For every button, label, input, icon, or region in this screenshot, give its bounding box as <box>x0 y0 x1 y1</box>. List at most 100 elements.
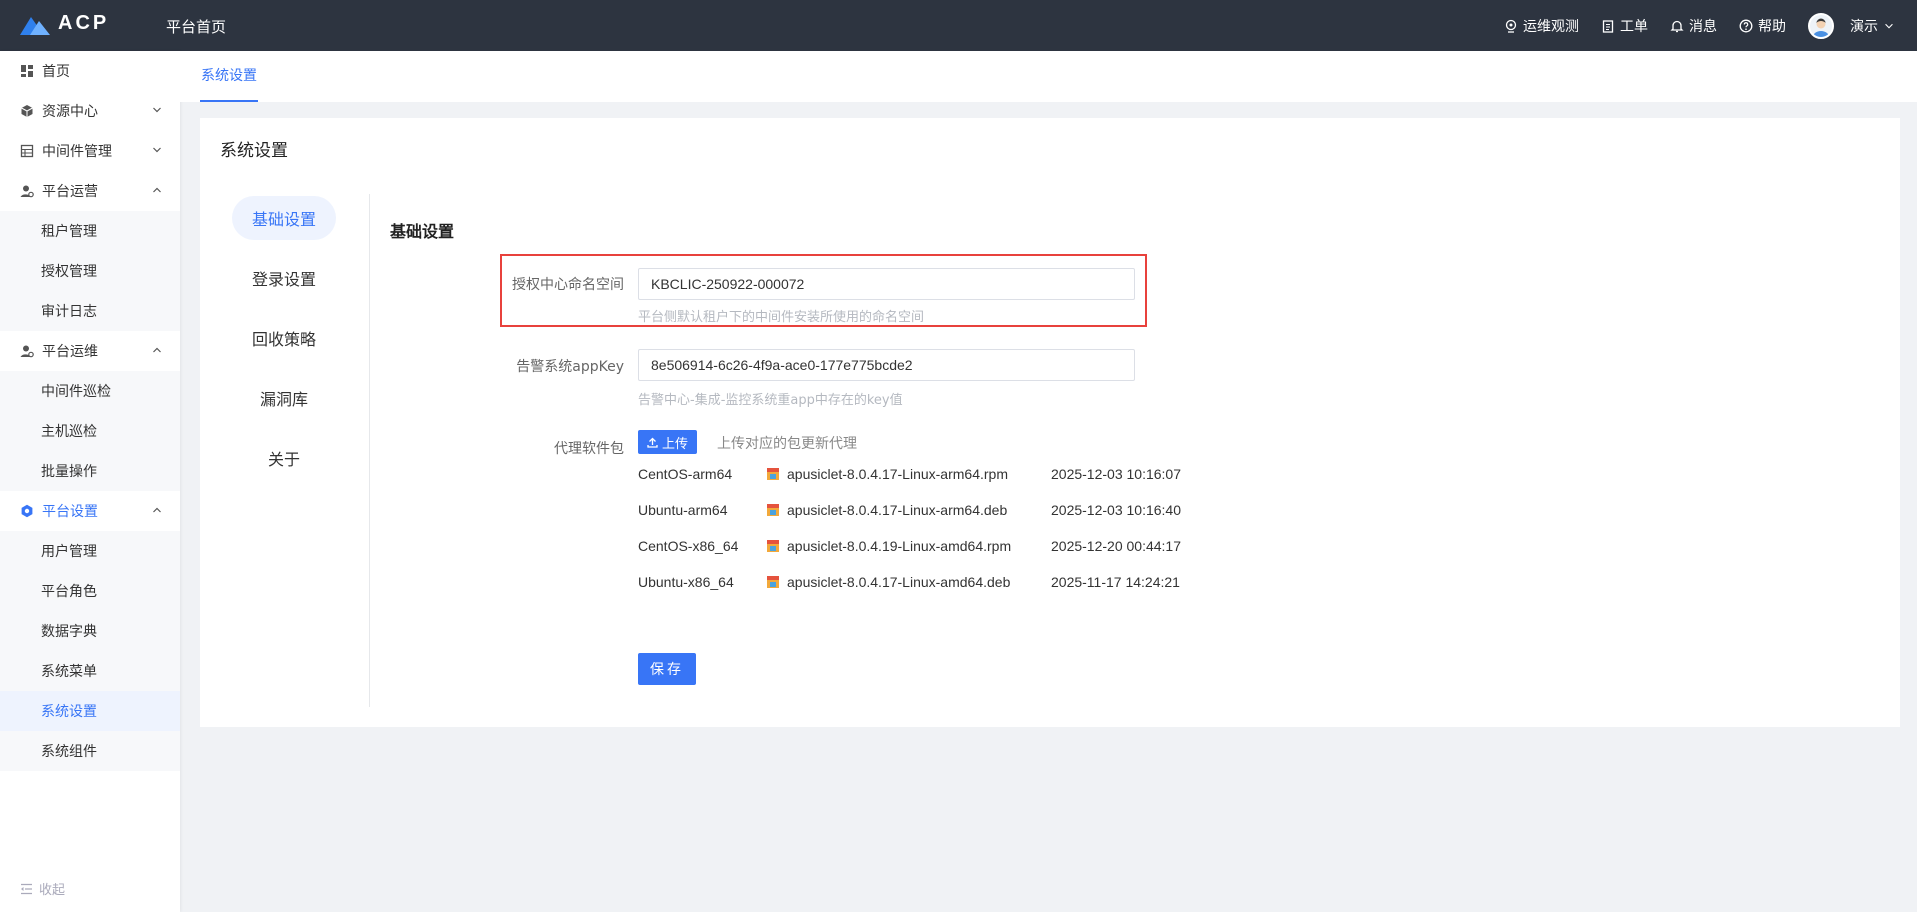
home-title[interactable]: 平台首页 <box>166 16 226 37</box>
tab-system-settings[interactable]: 系统设置 <box>200 51 258 102</box>
archive-file-icon <box>766 539 780 553</box>
user-name[interactable]: 演示 <box>1850 16 1895 36</box>
nav-monitoring[interactable]: 运维观测 <box>1504 16 1579 36</box>
sidebar-item-system-menu[interactable]: 系统菜单 <box>0 651 180 691</box>
save-button[interactable]: 保存 <box>638 653 696 685</box>
package-file-name[interactable]: apusiclet-8.0.4.19-Linux-amd64.rpm <box>787 538 1011 554</box>
monitor-icon <box>1505 19 1517 33</box>
sidebar-item-home-label: 首页 <box>42 64 70 80</box>
appkey-label: 告警系统appKey <box>516 359 624 375</box>
collapse-icon <box>21 883 32 894</box>
sidebar-item-system-components[interactable]: 系统组件 <box>0 731 180 771</box>
nav-messages[interactable]: 消息 <box>1670 16 1717 36</box>
sidebar-item-tenant[interactable]: 租户管理 <box>0 211 180 251</box>
vertical-divider <box>369 194 370 707</box>
sidebar-item-platform-maint[interactable]: 平台运维 <box>0 331 180 371</box>
package-time: 2025-12-03 10:16:40 <box>1051 502 1181 518</box>
collapse-button[interactable]: 收起 <box>20 879 65 898</box>
user-menu[interactable]: 演示 <box>1808 12 1895 39</box>
sidebar-item-platform-ops-label: 平台运营 <box>42 184 98 200</box>
package-time: 2025-12-20 00:44:17 <box>1051 538 1181 554</box>
header-nav: 运维观测 工单 消息 帮助 演示 <box>1504 0 1895 51</box>
package-row: Ubuntu-arm64 apusiclet-8.0.4.17-Linux-ar… <box>638 499 1211 521</box>
nav-monitoring-label: 运维观测 <box>1523 18 1579 35</box>
archive-file-icon <box>766 575 780 589</box>
sidebar-item-platform-ops[interactable]: 平台运营 <box>0 171 180 211</box>
top-header: ACP 平台首页 运维观测 工单 消息 帮助 演示 <box>0 0 1917 51</box>
upload-icon <box>647 437 658 448</box>
package-file-name[interactable]: apusiclet-8.0.4.17-Linux-amd64.deb <box>787 574 1010 590</box>
package-os: Ubuntu-x86_64 <box>638 574 734 590</box>
nav-tickets[interactable]: 工单 <box>1601 16 1648 36</box>
namespace-input[interactable]: KBCLIC-250922-000072 <box>638 268 1135 300</box>
logo-text: ACP <box>58 12 110 34</box>
sidebar-item-platform-settings-label: 平台设置 <box>42 504 98 520</box>
agent-package-label: 代理软件包 <box>554 441 624 457</box>
package-os: CentOS-x86_64 <box>638 538 739 554</box>
package-file: apusiclet-8.0.4.17-Linux-arm64.deb <box>766 502 1051 518</box>
sidebar-item-platform-settings[interactable]: 平台设置 <box>0 491 180 531</box>
vtab-vuln-db[interactable]: 漏洞库 <box>232 376 336 420</box>
namespace-label: 授权中心命名空间 <box>512 277 624 293</box>
chevron-up-icon <box>153 187 161 193</box>
sidebar-item-platform-roles[interactable]: 平台角色 <box>0 571 180 611</box>
bell-icon <box>1670 20 1684 32</box>
sidebar-item-host-inspection[interactable]: 主机巡检 <box>0 411 180 451</box>
sidebar-item-data-dict[interactable]: 数据字典 <box>0 611 180 651</box>
upload-hint: 上传对应的包更新代理 <box>717 436 857 452</box>
user-name-label: 演示 <box>1850 18 1878 35</box>
section-title: 基础设置 <box>390 222 455 241</box>
sidebar: 首页 资源中心 中间件管理 平台运营 租户管理 授权管理 审计日志 平台运维 中… <box>0 51 180 912</box>
archive-file-icon <box>766 503 780 517</box>
chevron-down-icon <box>1885 23 1893 29</box>
sidebar-item-middleware[interactable]: 中间件管理 <box>0 131 180 171</box>
package-os: CentOS-arm64 <box>638 466 733 482</box>
nav-help[interactable]: 帮助 <box>1739 16 1786 36</box>
package-file: apusiclet-8.0.4.17-Linux-arm64.rpm <box>766 466 1051 482</box>
dashboard-icon <box>20 64 34 78</box>
user-gear-icon <box>20 184 34 198</box>
sidebar-item-user-mgmt[interactable]: 用户管理 <box>0 531 180 571</box>
sidebar-item-audit-log[interactable]: 审计日志 <box>0 291 180 331</box>
package-row: Ubuntu-x86_64 apusiclet-8.0.4.17-Linux-a… <box>638 571 1211 593</box>
package-file-name[interactable]: apusiclet-8.0.4.17-Linux-arm64.rpm <box>787 466 1008 482</box>
sidebar-item-batch-ops[interactable]: 批量操作 <box>0 451 180 491</box>
package-time: 2025-12-03 10:16:07 <box>1051 466 1181 482</box>
package-time: 2025-11-17 14:24:21 <box>1051 574 1180 590</box>
vtab-about[interactable]: 关于 <box>232 436 336 480</box>
sidebar-item-system-settings[interactable]: 系统设置 <box>0 691 180 731</box>
collapse-label: 收起 <box>39 883 66 898</box>
avatar[interactable] <box>1808 12 1834 39</box>
appkey-input[interactable]: 8e506914-6c26-4f9a-ace0-177e775bcde2 <box>638 349 1135 381</box>
upload-button[interactable]: 上传 <box>638 430 698 454</box>
chevron-up-icon <box>153 347 161 353</box>
settings-panel: 系统设置 基础设置 登录设置 回收策略 漏洞库 关于 基础设置 授权中心命名空间… <box>200 118 1900 727</box>
settings-vertical-tabs: 基础设置 登录设置 回收策略 漏洞库 关于 <box>232 196 336 496</box>
package-row: CentOS-x86_64 apusiclet-8.0.4.19-Linux-a… <box>638 535 1211 557</box>
server-icon <box>20 144 34 158</box>
chevron-down-icon <box>153 107 161 113</box>
sidebar-item-home[interactable]: 首页 <box>0 51 180 91</box>
sidebar-item-license[interactable]: 授权管理 <box>0 251 180 291</box>
vtab-login[interactable]: 登录设置 <box>232 256 336 300</box>
cube-icon <box>20 104 34 118</box>
sidebar-item-middleware-label: 中间件管理 <box>42 144 112 160</box>
appkey-hint: 告警中心-集成-监控系统重app中存在的key值 <box>638 393 903 408</box>
sidebar-item-middleware-inspection[interactable]: 中间件巡检 <box>0 371 180 411</box>
nav-tickets-label: 工单 <box>1620 18 1648 35</box>
user-avatar-icon <box>1813 18 1829 37</box>
page-title: 系统设置 <box>220 141 288 161</box>
nav-help-label: 帮助 <box>1758 18 1786 35</box>
namespace-hint: 平台侧默认租户下的中间件安装所使用的命名空间 <box>638 310 925 325</box>
vtab-basic[interactable]: 基础设置 <box>232 196 336 240</box>
package-file: apusiclet-8.0.4.19-Linux-amd64.rpm <box>766 538 1051 554</box>
vtab-recycle[interactable]: 回收策略 <box>232 316 336 360</box>
logo-mountain-icon <box>20 16 50 35</box>
page-tabbar: 系统设置 <box>180 51 1917 102</box>
package-file-name[interactable]: apusiclet-8.0.4.17-Linux-arm64.deb <box>787 502 1007 518</box>
logo[interactable]: ACP <box>20 12 109 35</box>
sidebar-item-platform-maint-label: 平台运维 <box>42 344 98 360</box>
sidebar-item-resource-center[interactable]: 资源中心 <box>0 91 180 131</box>
chevron-down-icon <box>153 147 161 153</box>
user-gear-icon <box>20 344 34 358</box>
